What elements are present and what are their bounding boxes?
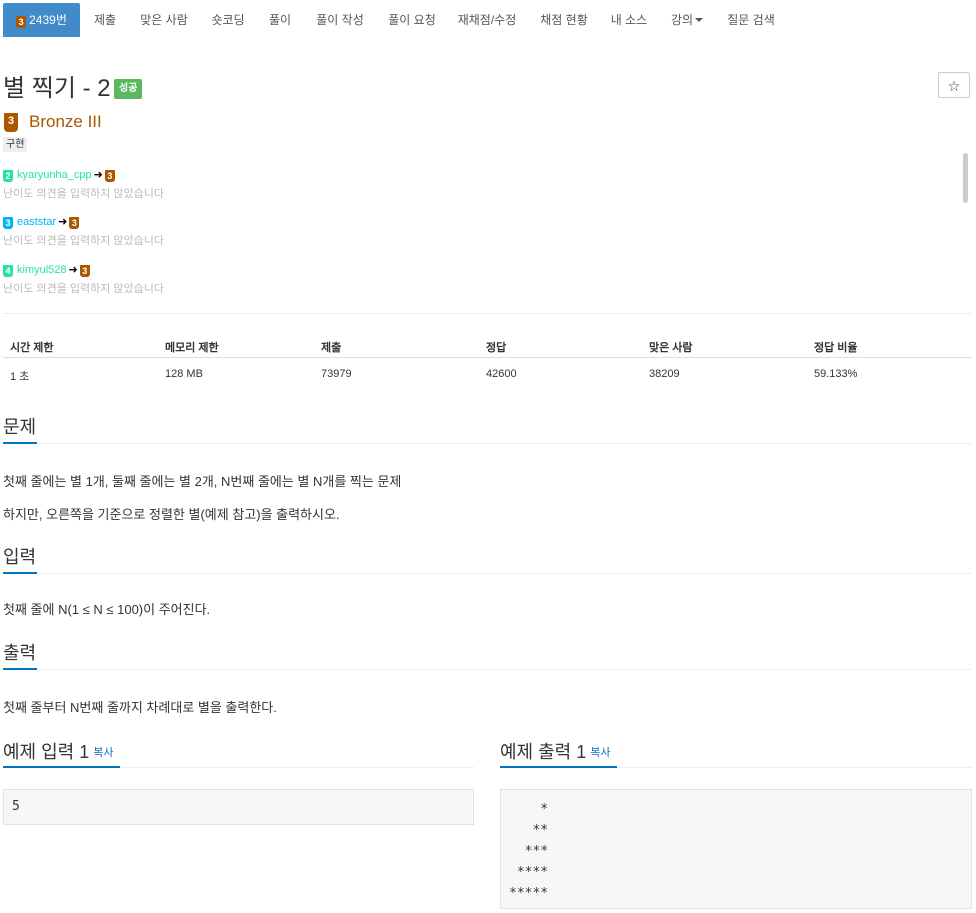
tab-lecture-label: 강의 (670, 13, 694, 27)
opinion-user-link[interactable]: eaststar (17, 216, 56, 228)
sample-input-box: 5 (3, 789, 474, 825)
output-heading: 출력 (3, 643, 37, 663)
sample-output-line: ***** (509, 886, 549, 901)
header-time-limit: 시간 제한 (10, 342, 54, 354)
header-accepted: 정답 (486, 342, 507, 354)
heading-underline (3, 572, 37, 574)
sample-output-title: 예제 출력 1 (500, 742, 587, 762)
sample-input-heading: 예제 입력 1 복사 (3, 738, 114, 764)
copy-input-button[interactable]: 복사 (93, 747, 113, 759)
time-limit-value: 1 초 (10, 371, 30, 383)
opinion-user-link[interactable]: kimyul528 (17, 264, 67, 276)
heading-underline (3, 442, 37, 444)
bronze-tier-icon: 3 (16, 16, 27, 28)
tab-request-solution[interactable]: 풀이 요청 (382, 3, 442, 37)
opinion-item: 4 kimyul528 ➜ 3 난이도 의견을 입력하지 않았습니다 (3, 263, 164, 296)
heading-underline (3, 668, 37, 670)
opinion-item: 3 eaststar ➜ 3 난이도 의견을 입력하지 않았습니다 (3, 215, 164, 248)
star-icon: ☆ (947, 78, 961, 94)
tab-submit[interactable]: 제출 (88, 3, 122, 37)
sample-input-title: 예제 입력 1 (3, 742, 90, 762)
table-header-divider (3, 357, 972, 358)
output-text: 첫째 줄부터 N번째 줄까지 차례대로 별을 출력한다. (3, 700, 277, 715)
input-text: 첫째 줄에 N(1 ≤ N ≤ 100)이 주어진다. (3, 602, 211, 617)
problem-text-line: 첫째 줄에는 별 1개, 둘째 줄에는 별 2개, N번째 줄에는 별 N개를 … (3, 474, 402, 489)
sample-input-text: 5 (12, 799, 20, 814)
tab-accepted-users[interactable]: 맞은 사람 (137, 3, 191, 37)
bronze-tier-icon: 3 (79, 265, 90, 277)
tab-lecture[interactable]: 강의 (665, 3, 709, 37)
ratio-value: 59.133% (814, 368, 858, 380)
sample-output-line: *** (509, 844, 549, 859)
header-memory-limit: 메모리 제한 (165, 342, 219, 354)
heading-underline (500, 766, 617, 768)
opinion-user-link[interactable]: kyaryunha_cpp (17, 169, 92, 181)
opinion-note: 난이도 의견을 입력하지 않았습니다 (3, 283, 164, 295)
arrow-right-icon: ➜ (93, 169, 103, 181)
favorite-star-button[interactable]: ☆ (938, 72, 970, 98)
opinions-scrollbar[interactable] (963, 153, 968, 203)
bronze-tier-icon: 3 (104, 170, 115, 182)
submissions-value: 73979 (321, 368, 352, 380)
tier-name: Bronze III (29, 112, 102, 131)
algorithm-tag[interactable]: 구현 (3, 137, 28, 152)
header-submissions: 제출 (321, 342, 342, 354)
sample-output-line: ** (509, 823, 549, 838)
arrow-right-icon: ➜ (58, 216, 68, 228)
problem-menu: 3 2439번 제출 맞은 사람 숏코딩 풀이 풀이 작성 풀이 요청 재채점/수… (0, 0, 976, 40)
divider (3, 443, 972, 444)
accepted-value: 42600 (486, 368, 517, 380)
opinion-item: 2 kyaryunha_cpp ➜ 3 난이도 의견을 입력하지 않았습니다 (3, 168, 164, 201)
bronze-tier-icon: 3 (4, 113, 18, 132)
header-solvers: 맞은 사람 (649, 342, 693, 354)
tab-my-source[interactable]: 내 소스 (605, 3, 653, 37)
input-heading: 입력 (3, 547, 37, 567)
header-ratio: 정답 비율 (814, 342, 858, 354)
problem-heading: 문제 (3, 417, 37, 437)
sample-output-line: **** (509, 865, 549, 880)
page-title: 별 찍기 - 2 (3, 75, 111, 102)
divider (3, 313, 972, 314)
arrow-right-icon: ➜ (68, 264, 78, 276)
chevron-down-icon (695, 18, 704, 22)
opinion-note: 난이도 의견을 입력하지 않았습니다 (3, 235, 164, 247)
user-tier-icon: 2 (3, 170, 13, 182)
copy-output-button[interactable]: 복사 (590, 747, 610, 759)
divider (3, 669, 972, 670)
divider (3, 573, 972, 574)
heading-underline (3, 766, 120, 768)
tab-write-solution[interactable]: 풀이 작성 (310, 3, 370, 37)
bronze-tier-icon: 3 (69, 217, 80, 229)
result-badge: 성공 (114, 79, 143, 99)
opinion-note: 난이도 의견을 입력하지 않았습니다 (3, 188, 164, 200)
solvers-value: 38209 (649, 368, 680, 380)
tab-problem[interactable]: 3 2439번 (3, 3, 80, 37)
sample-output-line: * (509, 802, 549, 817)
problem-text-line: 하지만, 오른쪽을 기준으로 정렬한 별(예제 참고)을 출력하시오. (3, 507, 340, 522)
sample-output-box: * ** *** **** ***** (500, 789, 972, 909)
user-tier-icon: 3 (3, 217, 13, 229)
tab-solutions[interactable]: 풀이 (263, 3, 297, 37)
tab-rejudge[interactable]: 재채점/수정 (452, 3, 522, 37)
tab-question-search[interactable]: 질문 검색 (722, 3, 780, 37)
sample-output-heading: 예제 출력 1 복사 (500, 738, 611, 764)
memory-limit-value: 128 MB (165, 368, 203, 380)
tab-problem-label: 2439번 (29, 13, 67, 27)
tab-short-coding[interactable]: 숏코딩 (205, 3, 251, 37)
user-tier-icon: 4 (3, 265, 13, 277)
tab-status[interactable]: 채점 현황 (535, 3, 593, 37)
